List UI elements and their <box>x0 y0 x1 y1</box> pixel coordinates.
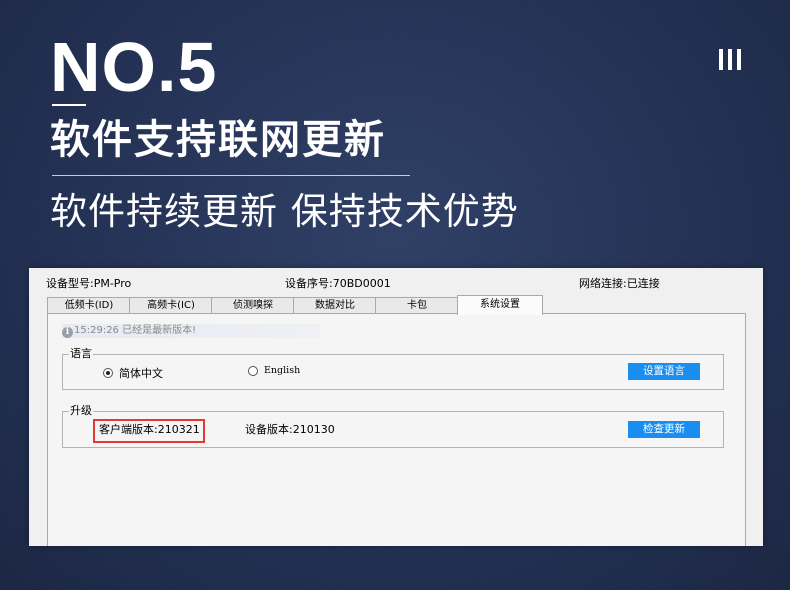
radio-label-english: English <box>264 365 301 376</box>
upgrade-group-title: 升级 <box>69 404 93 418</box>
settings-panel: i 15:29:26 已经是最新版本! 语言 简体中文 English 设置语言 … <box>47 313 746 546</box>
tab-data-compare[interactable]: 数据对比 <box>293 297 377 314</box>
roman-numeral-three-icon <box>719 49 741 70</box>
check-update-button[interactable]: 检查更新 <box>628 421 700 438</box>
device-model: 设备型号:PM-Pro <box>46 277 132 290</box>
network-status: 网络连接:已连接 <box>579 277 660 290</box>
app-window: 设备型号:PM-Pro 设备序号:70BD0001 网络连接:已连接 低频卡(I… <box>29 268 763 546</box>
tab-hf-card[interactable]: 高频卡(IC) <box>129 297 213 314</box>
headline: 软件支持联网更新 <box>50 117 386 163</box>
info-icon: i <box>62 327 73 338</box>
radio-unselected-icon <box>248 365 258 376</box>
subheadline: 软件持续更新 保持技术优势 <box>50 190 519 233</box>
tab-card-wallet[interactable]: 卡包 <box>375 297 459 314</box>
status-text: 15:29:26 已经是最新版本! <box>74 325 197 336</box>
language-group-title: 语言 <box>69 347 93 361</box>
radio-simplified-chinese[interactable]: 简体中文 <box>103 365 163 381</box>
section-number: NO.5 <box>50 28 218 106</box>
tab-system-settings[interactable]: 系统设置 <box>457 295 543 315</box>
device-serial: 设备序号:70BD0001 <box>285 277 391 290</box>
language-group: 语言 简体中文 English 设置语言 <box>62 347 724 390</box>
device-version: 设备版本:210130 <box>245 423 335 436</box>
radio-english[interactable]: English <box>248 365 300 376</box>
status-message: i 15:29:26 已经是最新版本! <box>62 324 320 338</box>
headline-divider <box>52 175 410 176</box>
upgrade-group: 升级 客户端版本:210321 设备版本:210130 检查更新 <box>62 404 724 448</box>
tab-sniffer[interactable]: 侦测嗅探 <box>211 297 295 314</box>
set-language-button[interactable]: 设置语言 <box>628 363 700 380</box>
device-info-bar: 设备型号:PM-Pro 设备序号:70BD0001 网络连接:已连接 <box>29 275 763 291</box>
radio-label-chinese: 简体中文 <box>119 367 163 380</box>
title-divider <box>52 104 86 106</box>
radio-selected-icon <box>103 368 113 378</box>
client-version: 客户端版本:210321 <box>99 423 200 436</box>
tab-lf-card[interactable]: 低频卡(ID) <box>47 297 131 314</box>
